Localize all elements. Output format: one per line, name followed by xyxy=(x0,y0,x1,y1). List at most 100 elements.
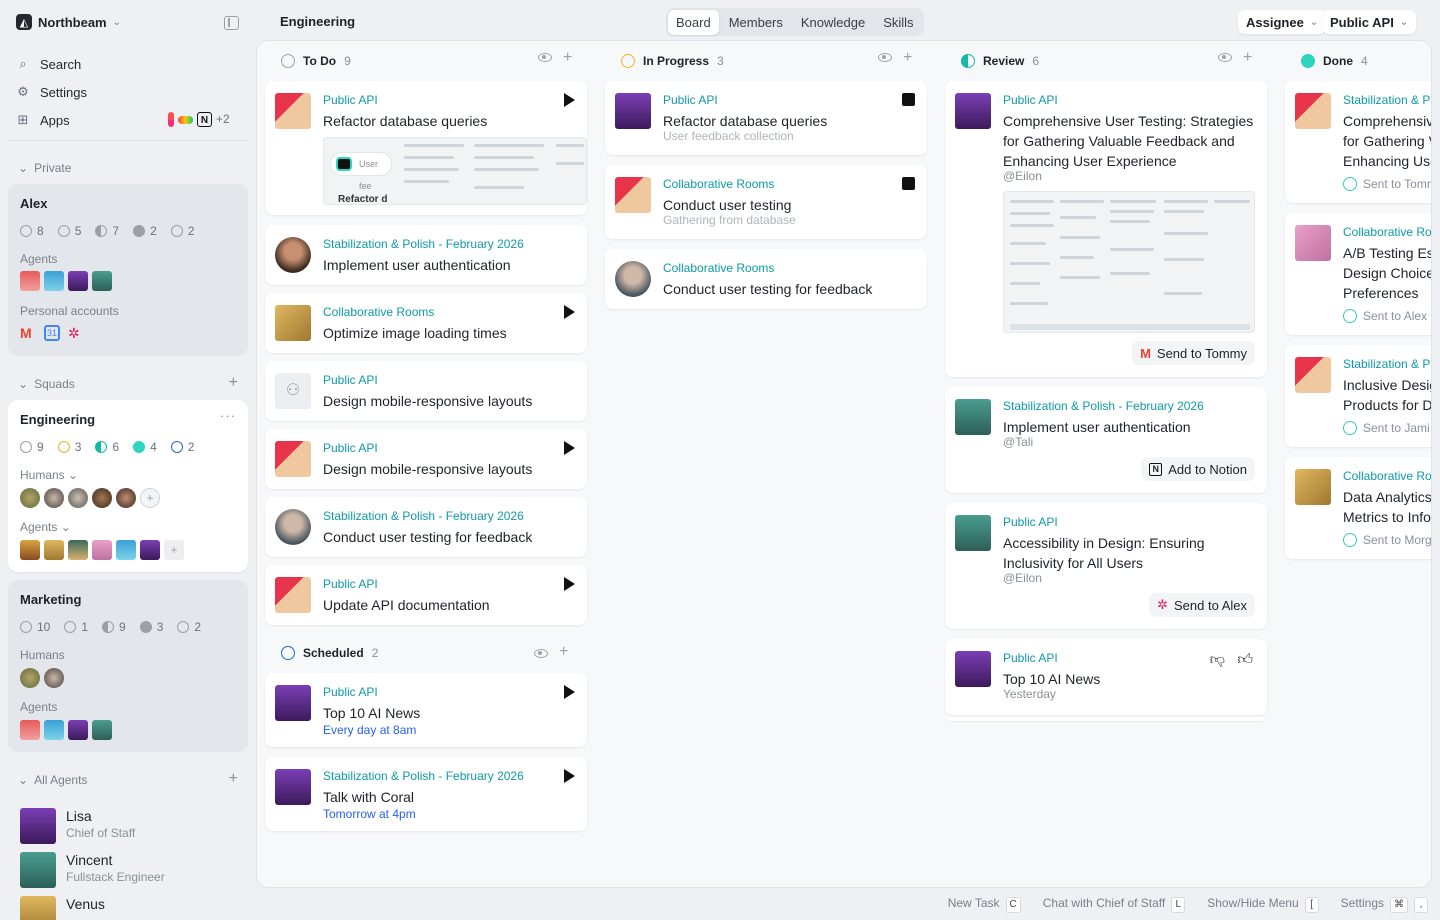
task-title: Implement user authentication xyxy=(1003,419,1191,435)
add-human-icon[interactable]: + xyxy=(140,488,160,508)
human-avatar[interactable] xyxy=(92,488,112,508)
task-title: Refactor database queries xyxy=(663,113,828,129)
assignee-filter[interactable]: Assignee ⌄ xyxy=(1238,10,1327,34)
human-avatar[interactable] xyxy=(44,668,64,688)
agent-item-vincent[interactable]: Vincent Fullstack Engineer xyxy=(20,852,165,888)
eye-icon[interactable] xyxy=(538,53,552,62)
human-avatar[interactable] xyxy=(20,668,40,688)
agent-item-venus[interactable]: Venus xyxy=(20,896,105,920)
agent-avatar[interactable] xyxy=(92,271,112,291)
stop-icon[interactable] xyxy=(902,93,915,106)
task-card[interactable]: Public API Design mobile-responsive layo… xyxy=(265,429,587,489)
collapse-sidebar-icon[interactable] xyxy=(224,16,239,30)
done-card[interactable]: Stabilization & P Inclusive Desig Produc… xyxy=(1285,345,1431,447)
humans-label[interactable]: Humans ⌄ xyxy=(20,468,78,482)
task-card[interactable]: Public API Refactor database queries Use… xyxy=(605,81,927,155)
scheduled-card[interactable]: Stabilization & Polish - February 2026 T… xyxy=(265,757,587,831)
add-task-icon[interactable]: + xyxy=(559,643,568,661)
agent-avatar[interactable] xyxy=(20,540,40,560)
nav-apps[interactable]: ⊞ Apps xyxy=(16,112,70,128)
agents-label[interactable]: Agents ⌄ xyxy=(20,520,71,534)
send-to-alex-button[interactable]: ✲ Send to Alex xyxy=(1149,593,1255,617)
eye-icon[interactable] xyxy=(534,649,548,658)
add-agent-icon[interactable]: + xyxy=(164,540,184,560)
human-avatar[interactable] xyxy=(20,488,40,508)
play-icon[interactable] xyxy=(564,769,575,783)
agent-avatar[interactable] xyxy=(44,271,64,291)
task-card[interactable]: Stabilization & Polish - February 2026 I… xyxy=(265,225,587,285)
agent-avatar[interactable] xyxy=(20,720,40,740)
task-card[interactable]: Stabilization & Polish - February 2026 C… xyxy=(265,497,587,557)
shortcut-new-task[interactable]: New Task C xyxy=(948,896,1021,913)
task-card[interactable]: Public API Update API documentation xyxy=(265,565,587,625)
thumbs-down-icon[interactable]: 👎︎ xyxy=(1210,651,1225,669)
review-card[interactable]: Stabilization & Polish - February 2026 I… xyxy=(945,387,1267,493)
more-options-icon[interactable]: ··· xyxy=(220,408,236,423)
task-card[interactable]: ⚇ Public API Design mobile-responsive la… xyxy=(265,361,587,421)
squad-engineering[interactable]: Engineering ··· 9 3 6 4 2 Humans ⌄ + Age… xyxy=(8,400,248,572)
task-card[interactable]: Collaborative Rooms Conduct user testing… xyxy=(605,165,927,239)
tab-knowledge[interactable]: Knowledge xyxy=(793,10,873,35)
nav-settings[interactable]: ⚙ Settings xyxy=(16,84,87,100)
shortcut-menu[interactable]: Show/Hide Menu [ xyxy=(1207,896,1319,913)
agent-avatar[interactable] xyxy=(68,720,88,740)
tab-board[interactable]: Board xyxy=(668,9,719,35)
human-avatar[interactable] xyxy=(68,488,88,508)
private-section-header[interactable]: ⌄ Private xyxy=(18,161,71,175)
private-card[interactable]: Alex 8 5 7 2 2 Agents Personal accounts … xyxy=(8,184,248,356)
workspace-switcher[interactable]: ◭ Northbeam ⌄ xyxy=(16,14,121,30)
agent-item-lisa[interactable]: Lisa Chief of Staff xyxy=(20,808,135,844)
add-task-icon[interactable]: + xyxy=(1243,49,1252,67)
review-card[interactable]: Public API Comprehensive User Testing: S… xyxy=(945,81,1267,377)
project-filter[interactable]: Public API ⌄ xyxy=(1322,10,1417,34)
done-card[interactable]: Collaborative Ro Data Analytics Metrics … xyxy=(1285,457,1431,559)
tab-members[interactable]: Members xyxy=(721,10,791,35)
task-avatar xyxy=(275,509,311,545)
agent-avatar[interactable] xyxy=(68,540,88,560)
done-card[interactable]: Collaborative Ro A/B Testing Es Design C… xyxy=(1285,213,1431,335)
thumbs-up-icon[interactable]: 👍︎ xyxy=(1237,651,1253,669)
agent-avatar[interactable] xyxy=(140,540,160,560)
agent-avatar[interactable] xyxy=(68,271,88,291)
agent-avatar[interactable] xyxy=(92,720,112,740)
shortcut-settings[interactable]: Settings ⌘, xyxy=(1341,896,1428,913)
task-card[interactable]: Collaborative Rooms Conduct user testing… xyxy=(605,249,927,309)
done-icon xyxy=(133,225,146,237)
squad-marketing[interactable]: Marketing 10 1 9 3 2 Humans Agents xyxy=(8,580,248,752)
add-task-icon[interactable]: + xyxy=(903,49,912,67)
agent-avatar[interactable] xyxy=(92,540,112,560)
human-avatar[interactable] xyxy=(44,488,64,508)
task-card[interactable]: Public API Refactor database queries Use… xyxy=(265,81,587,215)
eye-icon[interactable] xyxy=(878,53,892,62)
agent-avatar[interactable] xyxy=(44,540,64,560)
calendar-icon[interactable]: 31 xyxy=(44,325,60,341)
stop-icon[interactable] xyxy=(902,177,915,190)
slack-icon[interactable]: ✲ xyxy=(68,325,84,341)
eye-icon[interactable] xyxy=(1218,53,1232,62)
add-squad-icon[interactable]: + xyxy=(229,374,238,392)
review-card[interactable]: Public API Top 10 AI News Yesterday 👎︎ 👍… xyxy=(945,639,1267,715)
all-agents-section-header[interactable]: ⌄ All Agents xyxy=(18,773,87,787)
shortcut-chat[interactable]: Chat with Chief of Staff L xyxy=(1043,896,1186,913)
nav-search[interactable]: ⌕ Search xyxy=(16,56,81,72)
task-card[interactable]: Collaborative Rooms Optimize image loadi… xyxy=(265,293,587,353)
add-agent-icon[interactable]: + xyxy=(229,770,238,788)
agent-avatar[interactable] xyxy=(20,271,40,291)
scheduled-card[interactable]: Public API Top 10 AI News Every day at 8… xyxy=(265,673,587,747)
send-to-tommy-button[interactable]: M Send to Tommy xyxy=(1132,341,1255,365)
play-icon[interactable] xyxy=(564,441,575,455)
add-task-icon[interactable]: + xyxy=(563,49,572,67)
play-icon[interactable] xyxy=(564,577,575,591)
squads-section-header[interactable]: ⌄ Squads xyxy=(18,377,75,391)
human-avatar[interactable] xyxy=(116,488,136,508)
add-to-notion-button[interactable]: N Add to Notion xyxy=(1141,457,1255,481)
gmail-icon[interactable]: M xyxy=(20,325,36,341)
agent-avatar[interactable] xyxy=(44,720,64,740)
agent-avatar[interactable] xyxy=(116,540,136,560)
tab-skills[interactable]: Skills xyxy=(875,10,921,35)
play-icon[interactable] xyxy=(564,93,575,107)
play-icon[interactable] xyxy=(564,305,575,319)
review-card[interactable]: Public API Accessibility in Design: Ensu… xyxy=(945,503,1267,629)
play-icon[interactable] xyxy=(564,685,575,699)
done-card[interactable]: Stabilization & P Comprehensiv for Gathe… xyxy=(1285,81,1431,203)
